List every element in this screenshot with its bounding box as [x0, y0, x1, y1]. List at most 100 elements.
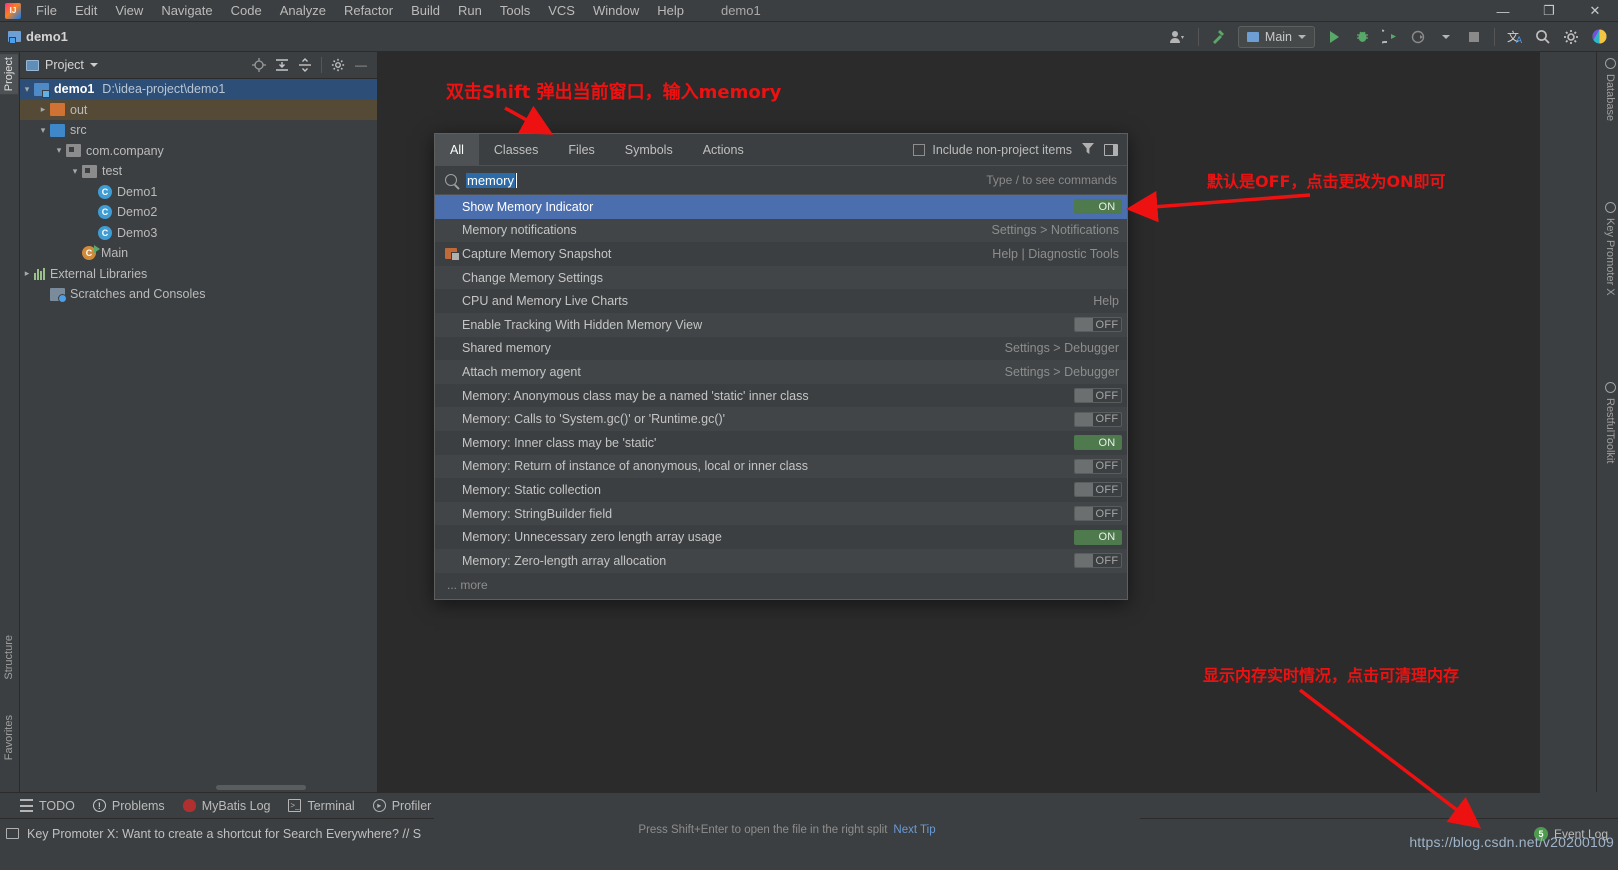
- settings-gear-icon[interactable]: [1558, 25, 1584, 49]
- preview-panel-icon[interactable]: [1104, 143, 1118, 156]
- profile-dropdown-icon[interactable]: [1433, 25, 1459, 49]
- tree-node-demo2-class[interactable]: ▸ C Demo2: [20, 202, 377, 223]
- menu-tools[interactable]: Tools: [491, 0, 539, 22]
- next-tip-link[interactable]: Next Tip: [893, 824, 935, 836]
- menu-refactor[interactable]: Refactor: [335, 0, 402, 22]
- menu-analyze[interactable]: Analyze: [271, 0, 335, 22]
- result-row-attach-memory-agent[interactable]: Attach memory agent Settings > Debugger: [435, 360, 1127, 384]
- tree-node-out[interactable]: ▸ out: [20, 99, 377, 120]
- hammer-icon[interactable]: [1206, 25, 1232, 49]
- tree-node-demo1-class[interactable]: ▸ C Demo1: [20, 182, 377, 203]
- chevron-right-icon[interactable]: ▸: [36, 104, 50, 115]
- more-results-link[interactable]: ... more: [435, 573, 1127, 592]
- tree-node-main-class[interactable]: ▸ C Main: [20, 243, 377, 264]
- menu-code[interactable]: Code: [222, 0, 271, 22]
- tab-classes[interactable]: Classes: [479, 134, 553, 165]
- sidebar-item-project[interactable]: Project: [0, 54, 18, 95]
- tree-node-demo3-class[interactable]: ▸ C Demo3: [20, 223, 377, 244]
- locate-icon[interactable]: [249, 55, 269, 75]
- tab-actions[interactable]: Actions: [688, 134, 759, 165]
- bottom-item-terminal[interactable]: >_ Terminal: [288, 799, 355, 813]
- tree-node-scratches[interactable]: ▸ Scratches and Consoles: [20, 284, 377, 305]
- tree-node-src[interactable]: ▾ src: [20, 120, 377, 141]
- close-icon[interactable]: ✕: [1572, 0, 1618, 22]
- tab-files[interactable]: Files: [553, 134, 609, 165]
- bottom-item-problems[interactable]: ! Problems: [92, 799, 165, 813]
- expand-all-icon[interactable]: [272, 55, 292, 75]
- run-with-coverage-icon[interactable]: [1377, 25, 1403, 49]
- result-row-memory-notifications[interactable]: Memory notifications Settings > Notifica…: [435, 218, 1127, 243]
- bottom-item-todo[interactable]: TODO: [20, 799, 75, 813]
- result-row-cpu-memory-live-charts[interactable]: CPU and Memory Live Charts Help: [435, 289, 1127, 313]
- chevron-right-icon[interactable]: ▸: [20, 268, 34, 279]
- run-configuration-selector[interactable]: Main: [1237, 25, 1315, 48]
- search-everywhere-input-row[interactable]: memory Type / to see commands: [435, 166, 1127, 195]
- result-row-change-memory-settings[interactable]: Change Memory Settings: [435, 265, 1127, 290]
- hide-panel-icon[interactable]: —: [351, 55, 371, 75]
- result-row-memory-calls-gc[interactable]: Memory: Calls to 'System.gc()' or 'Runti…: [435, 407, 1127, 431]
- toggle-enable-tracking[interactable]: OFF: [1074, 317, 1122, 333]
- tree-node-test[interactable]: ▾ test: [20, 161, 377, 182]
- collapse-all-icon[interactable]: [295, 55, 315, 75]
- sidebar-item-database[interactable]: Database: [1604, 58, 1616, 121]
- chevron-down-icon[interactable]: ▾: [20, 84, 34, 95]
- sidebar-item-key-promoter-x[interactable]: Key Promoter X: [1604, 202, 1616, 296]
- tree-node-demo1[interactable]: ▾ demo1 D:\idea-project\demo1: [20, 79, 377, 100]
- chevron-down-icon[interactable]: ▾: [36, 125, 50, 136]
- gear-icon[interactable]: [328, 55, 348, 75]
- toggle-memory-static-collection[interactable]: OFF: [1074, 482, 1122, 498]
- toggle-memory-calls-gc[interactable]: OFF: [1074, 411, 1122, 427]
- toggle-memory-stringbuilder-field[interactable]: OFF: [1074, 506, 1122, 522]
- sidebar-item-favorites[interactable]: Favorites: [0, 712, 18, 763]
- menu-build[interactable]: Build: [402, 0, 449, 22]
- toggle-show-memory-indicator[interactable]: ON: [1074, 199, 1122, 215]
- checkbox-box[interactable]: [913, 143, 926, 156]
- run-icon[interactable]: [1321, 25, 1347, 49]
- bottom-item-mybatis-log[interactable]: MyBatis Log: [182, 799, 270, 813]
- horizontal-scrollbar[interactable]: [216, 785, 306, 790]
- menu-run[interactable]: Run: [449, 0, 491, 22]
- menu-help[interactable]: Help: [648, 0, 693, 22]
- toggle-memory-inner-class-static[interactable]: ON: [1074, 435, 1122, 451]
- result-row-memory-return-instance[interactable]: Memory: Return of instance of anonymous,…: [435, 454, 1127, 479]
- chevron-down-icon[interactable]: ▾: [68, 166, 82, 177]
- tab-symbols[interactable]: Symbols: [610, 134, 688, 165]
- user-avatar-icon[interactable]: [1165, 25, 1191, 49]
- result-row-memory-unnecessary-zero-length[interactable]: Memory: Unnecessary zero length array us…: [435, 525, 1127, 549]
- bottom-item-profiler[interactable]: ▸ Profiler: [372, 799, 431, 813]
- result-row-memory-inner-class-static[interactable]: Memory: Inner class may be 'static' ON: [435, 431, 1127, 455]
- toolbar-project-crumb[interactable]: demo1: [8, 29, 68, 44]
- menu-navigate[interactable]: Navigate: [152, 0, 221, 22]
- menu-vcs[interactable]: VCS: [539, 0, 584, 22]
- menu-file[interactable]: File: [27, 0, 66, 22]
- maximize-icon[interactable]: ❐: [1526, 0, 1572, 22]
- toggle-memory-return-instance[interactable]: OFF: [1074, 458, 1122, 474]
- sidebar-item-structure[interactable]: Structure: [0, 632, 18, 683]
- menu-window[interactable]: Window: [584, 0, 648, 22]
- debug-icon[interactable]: [1349, 25, 1375, 49]
- tree-node-com-company[interactable]: ▾ com.company: [20, 141, 377, 162]
- result-row-memory-anonymous-class[interactable]: Memory: Anonymous class may be a named '…: [435, 384, 1127, 408]
- result-row-memory-static-collection[interactable]: Memory: Static collection OFF: [435, 478, 1127, 502]
- chevron-down-icon[interactable]: ▾: [52, 145, 66, 156]
- toggle-memory-anonymous-class[interactable]: OFF: [1074, 388, 1122, 404]
- chevron-down-icon[interactable]: [89, 63, 98, 67]
- result-row-enable-tracking-hidden-memory-view[interactable]: Enable Tracking With Hidden Memory View …: [435, 312, 1127, 337]
- toggle-memory-unnecessary-zero-length[interactable]: ON: [1074, 529, 1122, 545]
- result-row-memory-stringbuilder-field[interactable]: Memory: StringBuilder field OFF: [435, 501, 1127, 526]
- tree-node-external-libraries[interactable]: ▸ External Libraries: [20, 264, 377, 285]
- sidebar-item-restfultoolkit[interactable]: RestfulToolkit: [1604, 382, 1616, 463]
- result-row-capture-memory-snapshot[interactable]: Capture Memory Snapshot Help | Diagnosti…: [435, 242, 1127, 266]
- stop-icon[interactable]: [1461, 25, 1487, 49]
- result-row-shared-memory[interactable]: Shared memory Settings > Debugger: [435, 337, 1127, 361]
- plugin-icon[interactable]: [1586, 25, 1612, 49]
- search-icon[interactable]: [1530, 25, 1556, 49]
- translate-icon[interactable]: 文A: [1502, 25, 1528, 49]
- tab-all[interactable]: All: [435, 134, 479, 165]
- result-row-memory-zero-length-array-allocation[interactable]: Memory: Zero-length array allocation OFF: [435, 548, 1127, 573]
- result-row-show-memory-indicator[interactable]: Show Memory Indicator ON: [435, 195, 1127, 219]
- menu-view[interactable]: View: [106, 0, 152, 22]
- filter-icon[interactable]: [1081, 142, 1095, 158]
- toggle-memory-zero-length-array[interactable]: OFF: [1074, 553, 1122, 569]
- search-input[interactable]: memory: [466, 172, 515, 188]
